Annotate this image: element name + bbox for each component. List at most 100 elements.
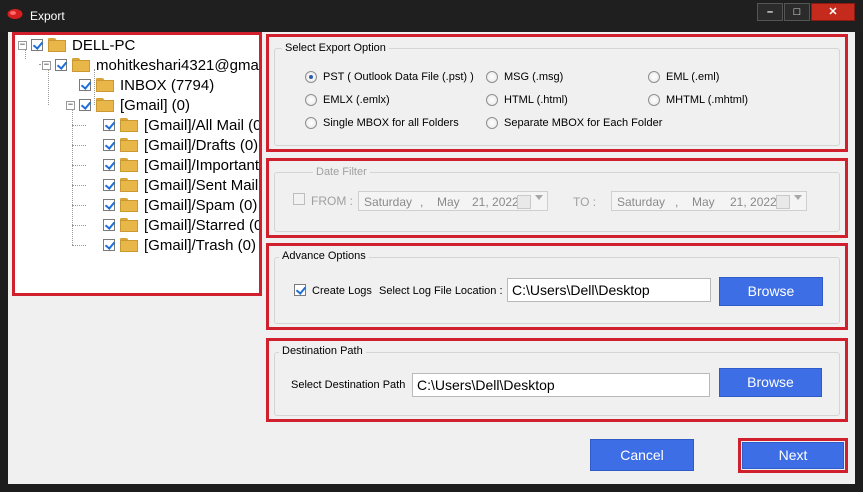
from-day: Saturday: [364, 195, 413, 209]
radio-label: MSG (.msg): [504, 71, 564, 83]
collapse-icon[interactable]: −: [66, 100, 75, 110]
chevron-down-icon[interactable]: [535, 195, 543, 200]
tree-node-folder[interactable]: − [Gmail] (0): [66, 95, 190, 115]
date-filter-checkbox[interactable]: [293, 193, 305, 205]
tree-node-label: [Gmail]/Trash (0): [144, 236, 256, 254]
collapse-icon[interactable]: −: [42, 60, 51, 70]
destination-browse-button[interactable]: Browse: [719, 368, 822, 397]
log-location-label: Select Log File Location :: [379, 285, 503, 297]
tree-node-label: DELL-PC: [72, 36, 136, 54]
folder-checkbox[interactable]: [103, 219, 115, 231]
collapse-icon[interactable]: −: [18, 40, 27, 50]
tree-node-folder[interactable]: [Gmail]/Important: [103, 155, 259, 175]
radio-label: EML (.eml): [666, 71, 720, 83]
radio-button[interactable]: [305, 94, 317, 106]
radio-button[interactable]: [648, 94, 660, 106]
folder-checkbox[interactable]: [103, 119, 115, 131]
radio-label: EMLX (.emlx): [323, 94, 390, 106]
from-date: 21, 2022: [472, 195, 519, 209]
tree-node-folder[interactable]: [Gmail]/Sent Mail: [103, 175, 258, 195]
to-month: May: [692, 195, 715, 209]
radio-pst[interactable]: PST ( Outlook Data File (.pst) ): [305, 71, 474, 83]
window-title: Export: [30, 9, 65, 23]
radio-html[interactable]: HTML (.html): [486, 94, 568, 106]
folder-icon: [96, 98, 114, 112]
folder-icon: [120, 158, 138, 172]
tree-node-folder[interactable]: INBOX (7794): [79, 75, 214, 95]
folder-checkbox[interactable]: [79, 79, 91, 91]
radio-msg[interactable]: MSG (.msg): [486, 71, 563, 83]
folder-checkbox[interactable]: [79, 99, 91, 111]
advance-options-legend: Advance Options: [279, 250, 369, 262]
radio-emlx[interactable]: EMLX (.emlx): [305, 94, 390, 106]
chevron-down-icon[interactable]: [794, 195, 802, 200]
radio-label: MHTML (.mhtml): [666, 94, 749, 106]
minimize-button[interactable]: –: [757, 3, 783, 21]
to-label: TO :: [573, 195, 597, 209]
radio-button-selected[interactable]: [305, 71, 317, 83]
radio-mhtml[interactable]: MHTML (.mhtml): [648, 94, 748, 106]
next-button[interactable]: Next: [742, 442, 844, 469]
tree-node-folder[interactable]: [Gmail]/Spam (0): [103, 195, 257, 215]
log-path-input[interactable]: C:\Users\Dell\Desktop: [507, 278, 711, 302]
account-checkbox[interactable]: [55, 59, 67, 71]
radio-button[interactable]: [305, 117, 317, 129]
to-date-picker[interactable]: Saturday , May 21, 2022: [611, 191, 807, 211]
tree-node-label: [Gmail]/All Mail (0: [144, 116, 262, 134]
folder-checkbox[interactable]: [103, 199, 115, 211]
export-option-panel: Select Export Option PST ( Outlook Data …: [266, 34, 848, 152]
folder-icon: [72, 58, 90, 72]
tree-node-folder[interactable]: [Gmail]/All Mail (0: [103, 115, 262, 135]
advance-options-panel: Advance Options Create Logs Select Log F…: [266, 243, 848, 330]
destination-label: Select Destination Path: [291, 379, 406, 391]
tree-node-label: [Gmail]/Sent Mail: [144, 176, 259, 194]
tree-node-label: mohitkeshari4321@gma: [96, 56, 259, 74]
radio-button[interactable]: [486, 71, 498, 83]
calendar-icon[interactable]: [776, 195, 790, 209]
maximize-icon: □: [793, 6, 801, 18]
folder-checkbox[interactable]: [103, 179, 115, 191]
tree-node-account[interactable]: − mohitkeshari4321@gma: [42, 55, 259, 75]
folder-checkbox[interactable]: [103, 139, 115, 151]
to-date: 21, 2022: [730, 195, 777, 209]
destination-path-input[interactable]: C:\Users\Dell\Desktop: [412, 373, 710, 397]
calendar-icon[interactable]: [517, 195, 531, 209]
cancel-button[interactable]: Cancel: [590, 439, 694, 471]
tree-node-label: [Gmail]/Important: [144, 156, 260, 174]
folder-icon: [120, 138, 138, 152]
from-date-picker[interactable]: Saturday , May 21, 2022: [358, 191, 548, 211]
tree-node-folder[interactable]: [Gmail]/Trash (0): [103, 235, 256, 255]
to-day: Saturday: [617, 195, 666, 209]
tree-node-label: [Gmail] (0): [120, 96, 191, 114]
radio-separate-mbox[interactable]: Separate MBOX for Each Folder: [486, 117, 662, 129]
dialog-body: − DELL-PC − mohitkeshari4321@gma INBOX (…: [8, 32, 855, 484]
folder-icon: [120, 178, 138, 192]
radio-button[interactable]: [486, 94, 498, 106]
tree-node-folder[interactable]: [Gmail]/Drafts (0): [103, 135, 258, 155]
app-logo-icon: [7, 9, 23, 19]
radio-eml[interactable]: EML (.eml): [648, 71, 719, 83]
tree-node-label: [Gmail]/Starred (0: [144, 216, 262, 234]
from-sep: ,: [420, 195, 424, 209]
close-button[interactable]: ✕: [811, 3, 855, 21]
tree-node-label: INBOX (7794): [120, 76, 215, 94]
folder-tree[interactable]: − DELL-PC − mohitkeshari4321@gma INBOX (…: [12, 32, 262, 296]
radio-single-mbox[interactable]: Single MBOX for all Folders: [305, 117, 459, 129]
next-button-highlight: Next: [738, 438, 848, 473]
tree-node-folder[interactable]: [Gmail]/Starred (0: [103, 215, 262, 235]
from-label: FROM :: [311, 194, 353, 208]
tree-node-label: [Gmail]/Spam (0): [144, 196, 258, 214]
radio-button[interactable]: [486, 117, 498, 129]
radio-label: HTML (.html): [504, 94, 568, 106]
root-checkbox[interactable]: [31, 39, 43, 51]
tree-node-label: [Gmail]/Drafts (0): [144, 136, 259, 154]
destination-panel: Destination Path Select Destination Path…: [266, 338, 848, 422]
folder-checkbox[interactable]: [103, 239, 115, 251]
maximize-button[interactable]: □: [784, 3, 810, 21]
tree-node-root[interactable]: − DELL-PC: [18, 35, 135, 55]
create-logs-checkbox[interactable]: [294, 284, 306, 296]
radio-label: Single MBOX for all Folders: [323, 117, 459, 129]
folder-checkbox[interactable]: [103, 159, 115, 171]
radio-button[interactable]: [648, 71, 660, 83]
log-browse-button[interactable]: Browse: [719, 277, 823, 306]
